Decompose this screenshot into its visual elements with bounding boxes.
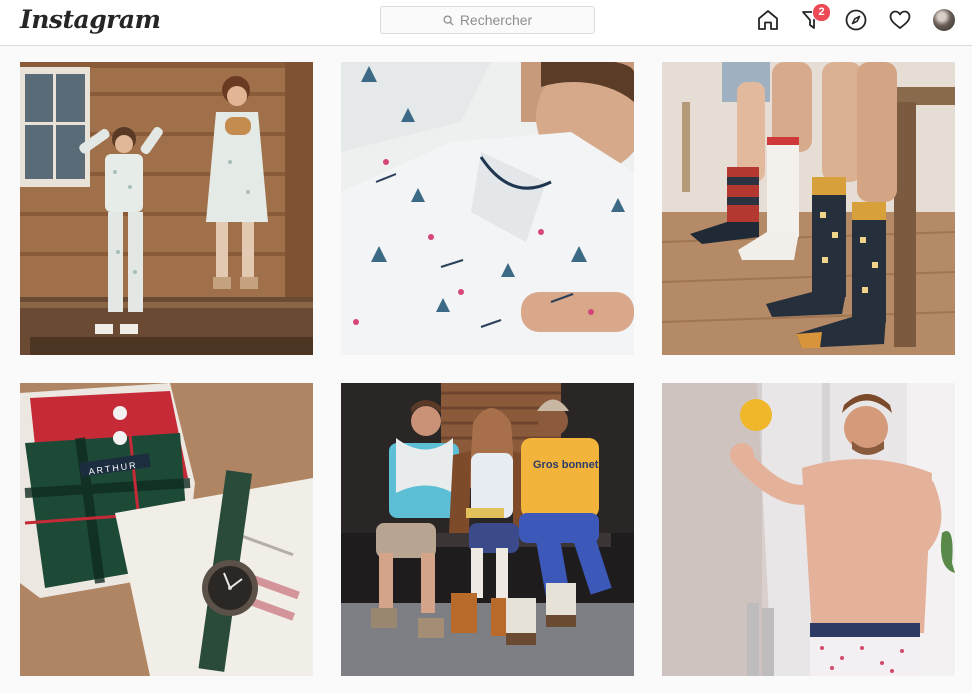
post-image-2 [341, 62, 634, 355]
gros-bonnet-print: Gros bonnet [533, 459, 599, 471]
avatar[interactable] [933, 9, 955, 31]
post-thumbnail-6[interactable] [662, 383, 955, 676]
post-thumbnail-2[interactable] [341, 62, 634, 355]
post-image-5: Gros bonnet [341, 383, 634, 676]
post-image-6 [662, 383, 955, 676]
search-placeholder: Rechercher [459, 12, 533, 28]
post-thumbnail-4[interactable]: ARTHUR [20, 383, 313, 676]
home-icon[interactable] [756, 8, 780, 32]
instagram-logo[interactable]: Instagram [20, 5, 161, 34]
direct-filter-icon[interactable]: 2 [800, 3, 831, 32]
post-thumbnail-3[interactable] [662, 62, 955, 355]
post-thumbnail-1[interactable] [20, 62, 313, 355]
search-input[interactable]: Rechercher [380, 6, 595, 34]
notification-badge: 2 [812, 3, 831, 22]
top-navigation-bar: Instagram Rechercher 2 [0, 0, 972, 46]
post-image-1 [20, 62, 313, 355]
compass-icon[interactable] [844, 8, 868, 32]
post-image-4: ARTHUR [20, 383, 313, 676]
heart-icon[interactable] [888, 8, 912, 32]
post-image-3 [662, 62, 955, 355]
search-icon [443, 14, 454, 26]
post-thumbnail-5[interactable]: Gros bonnet [341, 383, 634, 676]
